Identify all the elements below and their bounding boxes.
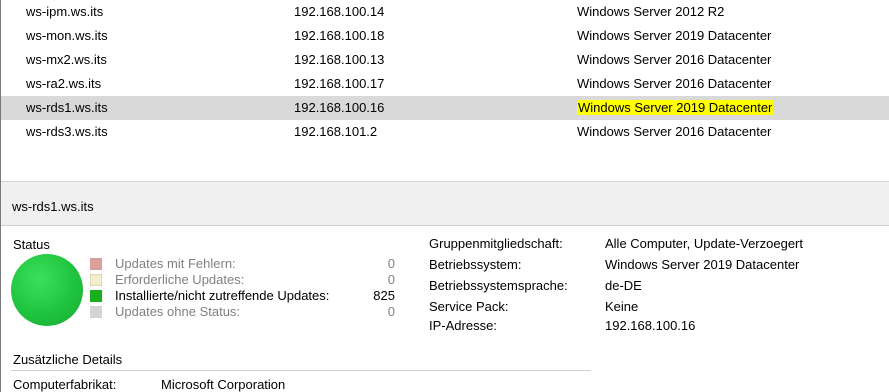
highlighted-os-text: Windows Server 2019 Datacenter [577,100,774,115]
ip-address-label: IP-Adresse: [429,318,497,333]
status-circle-icon [11,254,83,326]
os-label: Betriebssystem: [429,257,522,272]
computer-name-cell: ws-mon.ws.its [26,28,108,43]
table-row[interactable]: ws-mx2.ws.its 192.168.100.13 Windows Ser… [1,48,889,72]
computer-name-cell: ws-ra2.ws.its [26,76,102,91]
table-row[interactable]: ws-rds3.ws.its 192.168.101.2 Windows Ser… [1,120,889,144]
installed-color-box [90,290,102,302]
legend-count: 0 [387,272,395,287]
ip-address-value: 192.168.100.16 [605,318,696,333]
service-pack-value: Keine [605,299,639,314]
operating-system-cell: Windows Server 2012 R2 [577,4,725,19]
operating-system-cell: Windows Server 2019 Datacenter [577,96,774,120]
status-title: Status [13,237,50,252]
operating-system-cell: Windows Server 2016 Datacenter [577,76,772,91]
service-pack-label: Service Pack: [429,299,509,314]
os-language-label: Betriebssystemsprache: [429,278,568,293]
table-row-selected[interactable]: ws-rds1.ws.its 192.168.100.16 Windows Se… [1,96,889,120]
os-language-value: de-DE [605,278,642,293]
table-row[interactable]: ws-mon.ws.its 192.168.100.18 Windows Ser… [1,24,889,48]
ip-address-cell: 192.168.100.13 [294,52,385,67]
computer-name-cell: ws-mx2.ws.its [26,52,107,67]
group-membership-label: Gruppenmitgliedschaft: [429,236,563,251]
operating-system-cell: Windows Server 2019 Datacenter [577,28,772,43]
legend-item-installed: Installierte/nicht zutreffende Updates: … [90,288,395,304]
selected-computer-header: ws-rds1.ws.its [1,182,889,226]
details-pane: Status Updates mit Fehlern: 0 Erforderli… [1,226,889,392]
ip-address-cell: 192.168.100.16 [294,100,385,115]
legend-item-errors: Updates mit Fehlern: 0 [90,256,395,272]
no-status-color-box [90,306,102,318]
legend-count: 0 [387,304,395,319]
legend-item-no-status: Updates ohne Status: 0 [90,304,395,320]
table-row[interactable]: ws-ra2.ws.its 192.168.100.17 Windows Ser… [1,72,889,96]
table-row[interactable]: ws-ipm.ws.its 192.168.100.14 Windows Ser… [1,0,889,24]
additional-details-title: Zusätzliche Details [13,352,123,367]
legend-count: 0 [387,256,395,271]
ip-address-cell: 192.168.100.14 [294,4,385,19]
required-color-box [90,274,102,286]
section-divider [11,370,591,371]
manufacturer-value: Microsoft Corporation [161,377,286,392]
legend-label: Installierte/nicht zutreffende Updates: [115,288,330,303]
os-value: Windows Server 2019 Datacenter [605,257,800,272]
legend-count: 825 [373,288,395,303]
legend-item-required: Erforderliche Updates: 0 [90,272,395,288]
legend-label: Updates mit Fehlern: [115,256,236,271]
operating-system-cell: Windows Server 2016 Datacenter [577,124,772,139]
computer-name-cell: ws-rds1.ws.its [26,100,108,115]
selected-computer-name: ws-rds1.ws.its [12,199,94,214]
legend-label: Erforderliche Updates: [115,272,245,287]
ip-address-cell: 192.168.100.17 [294,76,385,91]
manufacturer-label: Computerfabrikat: [13,377,117,392]
group-membership-value: Alle Computer, Update-Verzoegert [605,236,803,251]
computer-list: ws-ipm.ws.its 192.168.100.14 Windows Ser… [1,0,889,180]
ip-address-cell: 192.168.101.2 [294,124,378,139]
legend-label: Updates ohne Status: [115,304,241,319]
computer-name-cell: ws-rds3.ws.its [26,124,108,139]
operating-system-cell: Windows Server 2016 Datacenter [577,52,772,67]
error-color-box [90,258,102,270]
ip-address-cell: 192.168.100.18 [294,28,385,43]
computer-name-cell: ws-ipm.ws.its [26,4,104,19]
